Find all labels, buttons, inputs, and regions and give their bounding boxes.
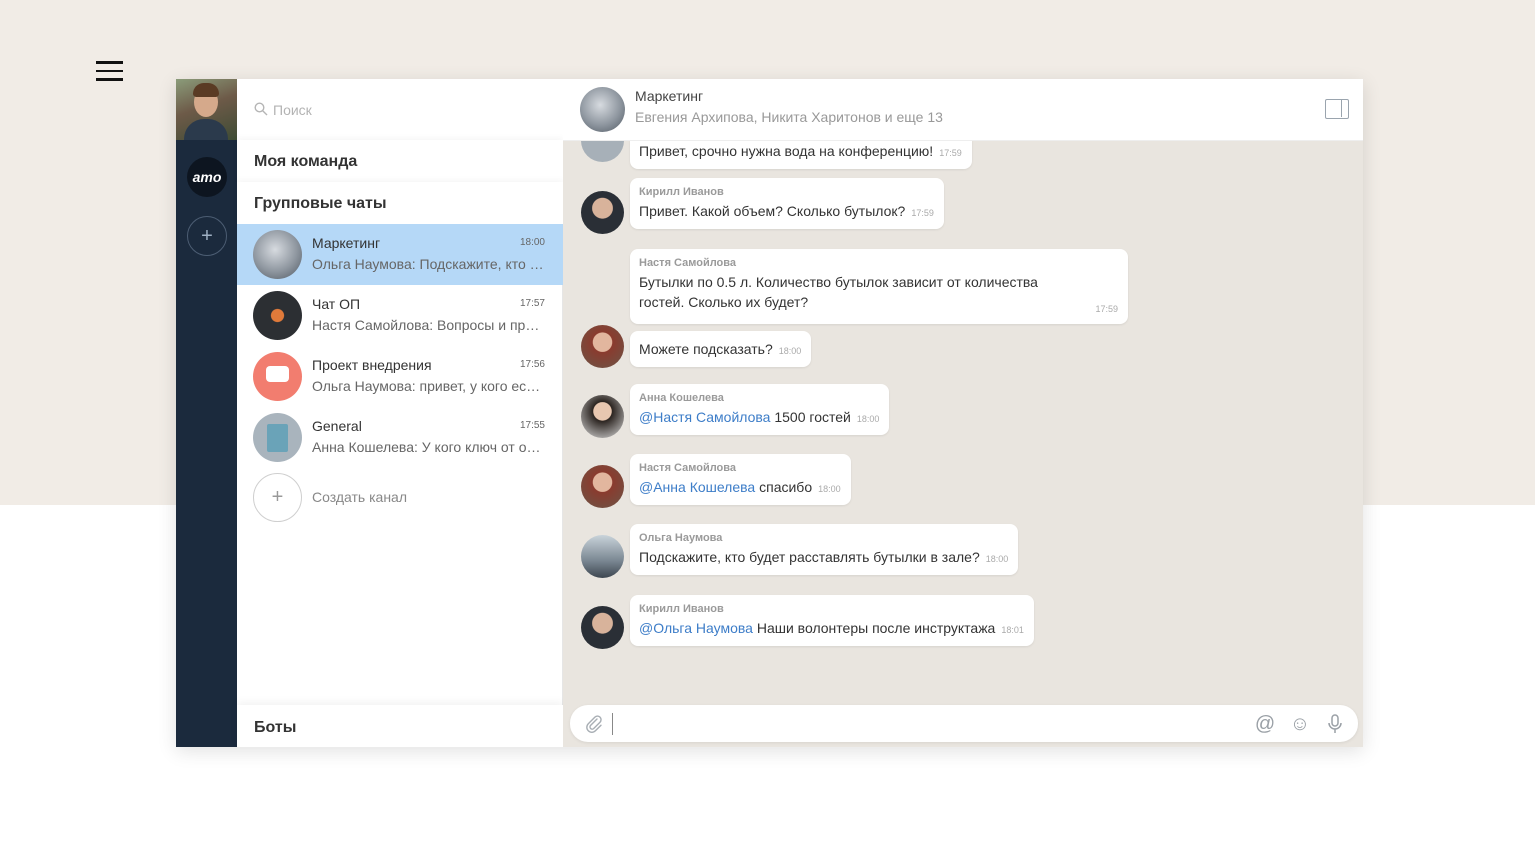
message-bubble: Ольга Наумова Подскажите, кто будет расс… xyxy=(630,524,1019,575)
chat-name: General xyxy=(312,418,362,434)
create-channel-button[interactable]: + Создать канал xyxy=(253,473,503,523)
message-avatar xyxy=(581,395,624,438)
message-sender[interactable]: Настя Самойлова xyxy=(639,462,841,474)
message-avatar xyxy=(581,465,624,508)
conversation-list: Моя команда Групповые чаты Маркетинг 18:… xyxy=(237,79,563,747)
message-composer: @ ☺ xyxy=(570,705,1358,742)
chat-preview: Анна Кошелева: У кого ключ от офиса? xyxy=(312,439,544,455)
message-sender[interactable]: Кирилл Иванов xyxy=(639,186,934,198)
message-list: Привет, срочно нужна вода на конференцию… xyxy=(563,141,1363,701)
message-text: Привет, срочно нужна вода на конференцию… xyxy=(639,143,934,159)
message-time: 17:59 xyxy=(939,148,962,158)
message-text: 1500 гостей xyxy=(774,409,851,425)
chat-item-project[interactable]: Проект внедрения 17:56 Ольга Наумова: пр… xyxy=(237,346,563,407)
mention-link[interactable]: @Ольга Наумова xyxy=(639,620,753,636)
building-shape xyxy=(267,424,288,452)
chat-time: 17:56 xyxy=(519,359,545,370)
message-bubble: Привет, срочно нужна вода на конференцию… xyxy=(630,141,972,169)
menu-line xyxy=(96,61,123,64)
chat-time: 17:55 xyxy=(519,420,545,431)
chat-item-sales[interactable]: Чат ОП 17:57 Настя Самойлова: Вопросы и … xyxy=(237,285,563,346)
message-time: 18:00 xyxy=(985,554,1009,564)
message-time: 17:59 xyxy=(1095,304,1118,314)
section-title: Моя команда xyxy=(254,153,358,170)
message-sender[interactable]: Настя Самойлова xyxy=(639,257,1118,269)
message-text: Можете подсказать? xyxy=(639,341,773,357)
section-bots[interactable]: Боты xyxy=(237,705,563,747)
chat-name: Проект внедрения xyxy=(312,357,432,373)
chat-name: Маркетинг xyxy=(312,235,381,251)
message-bubble: Настя Самойлова @Анна Кошелева спасибо 18… xyxy=(630,454,851,505)
chat-item-general[interactable]: General 17:55 Анна Кошелева: У кого ключ… xyxy=(237,407,563,468)
message-text: спасибо xyxy=(759,479,813,495)
chat-avatar xyxy=(253,230,302,279)
create-channel-label: Создать канал xyxy=(312,489,407,505)
chat-header: Маркетинг Евгения Архипова, Никита Харит… xyxy=(563,79,1363,141)
message-input[interactable] xyxy=(612,713,1212,735)
message-bubble: Кирилл Иванов @Ольга Наумова Наши волонт… xyxy=(630,595,1034,646)
message-avatar xyxy=(581,191,624,234)
mention-icon[interactable]: @ xyxy=(1254,713,1276,735)
avatar-shirt xyxy=(184,119,228,140)
avatar-hair xyxy=(193,83,219,97)
message-time: 17:59 xyxy=(911,208,934,218)
chat-title: Маркетинг xyxy=(635,88,704,104)
message-bubble: Настя Самойлова Бутылки по 0.5 л. Количе… xyxy=(630,249,1128,324)
message-avatar xyxy=(581,325,624,368)
message-sender[interactable]: Анна Кошелева xyxy=(639,392,879,404)
chat-preview: Настя Самойлова: Вопросы и предложения xyxy=(312,317,544,333)
menu-line xyxy=(96,78,123,81)
message-time: 18:01 xyxy=(1001,625,1024,635)
menu-line xyxy=(96,69,123,72)
mention-link[interactable]: @Настя Самойлова xyxy=(639,409,770,425)
chat-preview: Ольга Наумова: Подскажите, кто будет рас… xyxy=(312,256,544,272)
emoji-icon[interactable]: ☺ xyxy=(1289,713,1311,735)
menu-icon[interactable] xyxy=(96,61,123,81)
bubble-shape xyxy=(266,366,289,382)
building-icon xyxy=(253,413,302,462)
message-bubble: Кирилл Иванов Привет. Какой объем? Сколь… xyxy=(630,178,944,229)
search-icon xyxy=(254,102,268,116)
message-text: Привет. Какой объем? Сколько бутылок? xyxy=(639,203,906,219)
speech-bubble-icon xyxy=(253,352,302,401)
chat-panel: Маркетинг Евгения Архипова, Никита Харит… xyxy=(563,79,1363,747)
chat-time: 18:00 xyxy=(519,237,545,248)
message-sender[interactable]: Ольга Наумова xyxy=(639,532,1008,544)
chat-time: 17:57 xyxy=(519,298,545,309)
user-avatar[interactable] xyxy=(176,79,237,140)
mention-link[interactable]: @Анна Кошелева xyxy=(639,479,755,495)
message-avatar xyxy=(581,141,624,162)
search-input[interactable] xyxy=(273,99,543,121)
paperclip-icon[interactable] xyxy=(584,714,604,734)
message-time: 18:00 xyxy=(818,484,841,494)
messenger-window: amo + Моя команда Групповые чаты Маркети… xyxy=(176,79,1363,747)
plus-icon: + xyxy=(253,473,302,522)
message-time: 18:00 xyxy=(856,414,880,424)
message-bubble: Анна Кошелева @Настя Самойлова 1500 гост… xyxy=(630,384,890,435)
message-text: Подскажите, кто будет расставлять бутылк… xyxy=(639,549,980,565)
section-title: Групповые чаты xyxy=(254,195,387,212)
left-rail: amo + xyxy=(176,79,237,747)
message-avatar xyxy=(581,535,624,578)
add-workspace-button[interactable]: + xyxy=(187,216,227,256)
side-panel-icon[interactable] xyxy=(1325,99,1349,119)
section-group-chats[interactable]: Групповые чаты xyxy=(237,182,563,224)
message-time: 18:00 xyxy=(778,346,802,356)
chat-item-marketing[interactable]: Маркетинг 18:00 Ольга Наумова: Подскажит… xyxy=(237,224,563,285)
message-sender[interactable]: Кирилл Иванов xyxy=(639,603,1024,615)
section-title: Боты xyxy=(254,719,297,736)
search-bar xyxy=(237,79,563,140)
message-text: Наши волонтеры после инструктажа xyxy=(756,620,996,636)
message-text: Бутылки по 0.5 л. Количество бутылок зав… xyxy=(639,274,1038,310)
chat-header-avatar[interactable] xyxy=(580,87,625,132)
message-avatar xyxy=(581,606,624,649)
amo-logo[interactable]: amo xyxy=(187,157,227,197)
gear-icon xyxy=(253,291,302,340)
chat-subtitle[interactable]: Евгения Архипова, Никита Харитонов и еще… xyxy=(635,109,943,125)
chat-preview: Ольга Наумова: привет, у кого есть ключ xyxy=(312,378,544,394)
chat-name: Чат ОП xyxy=(312,296,361,312)
mic-icon[interactable] xyxy=(1324,713,1346,735)
section-my-team[interactable]: Моя команда xyxy=(237,140,563,182)
message-bubble: Можете подсказать? 18:00 xyxy=(630,331,812,367)
